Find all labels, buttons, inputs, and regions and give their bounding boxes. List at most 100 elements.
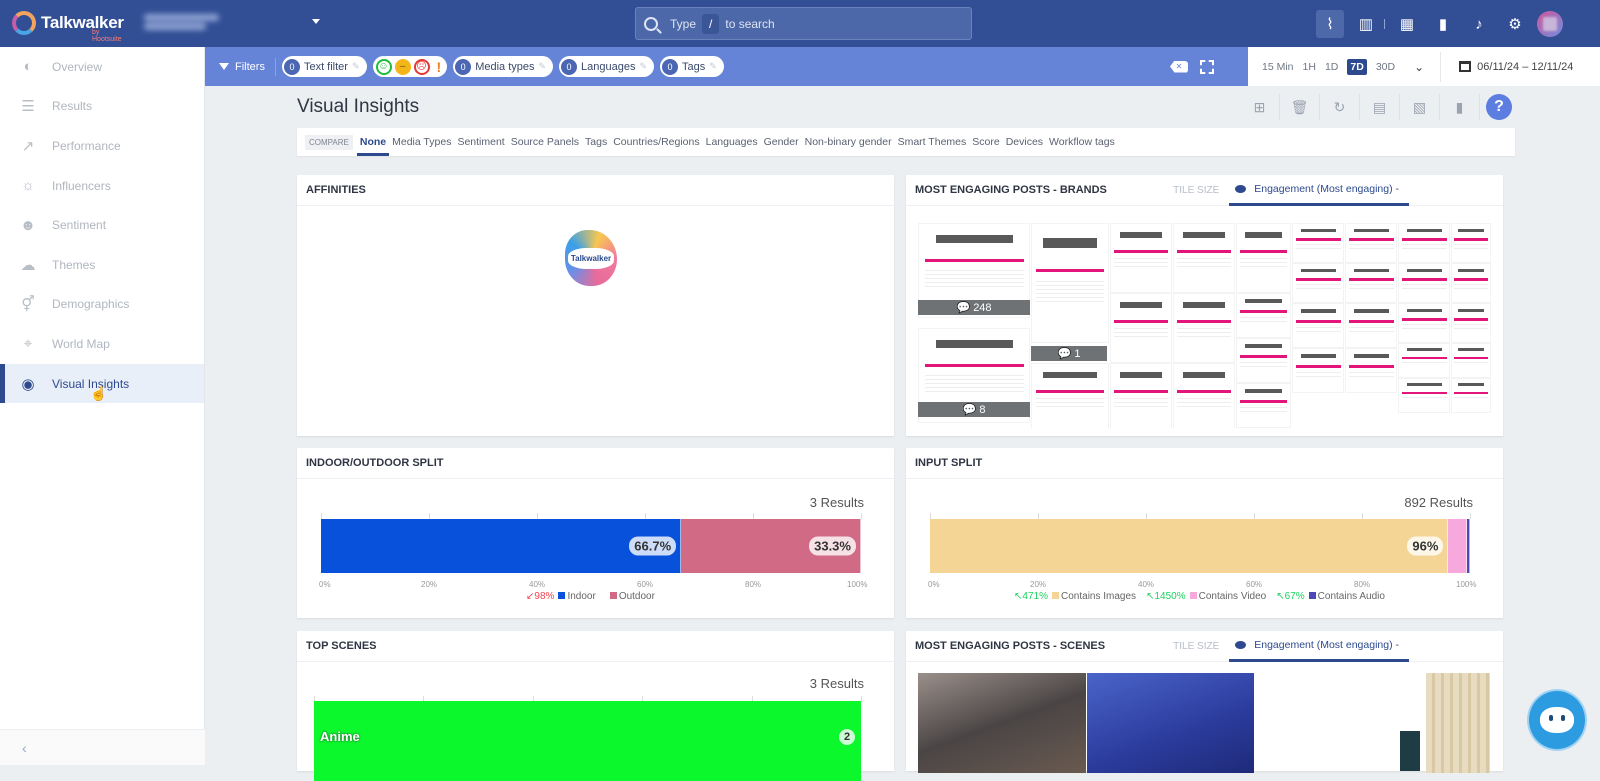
scene-bar-anime[interactable]: Anime 2 bbox=[314, 701, 861, 781]
sentiment-filter-chip[interactable]: ☺ – ☹ ! bbox=[372, 56, 448, 77]
time-range-7d[interactable]: 7D bbox=[1347, 58, 1367, 75]
post-thumbnail[interactable] bbox=[1398, 378, 1450, 413]
post-thumbnail[interactable] bbox=[1031, 223, 1109, 343]
compare-tab-non-binary-gender[interactable]: Non-binary gender bbox=[805, 128, 892, 156]
post-thumbnail[interactable] bbox=[1345, 263, 1397, 303]
post-thumbnail[interactable] bbox=[1451, 263, 1491, 303]
bar-segment-contains-video[interactable] bbox=[1448, 519, 1467, 573]
talkwalker-logo[interactable]: Talkwalker by Hootsuite bbox=[12, 11, 124, 43]
bookmark-icon[interactable]: ▮ bbox=[1429, 10, 1457, 38]
grid-icon[interactable]: ▦ bbox=[1393, 10, 1421, 38]
post-thumbnail[interactable] bbox=[1031, 363, 1109, 428]
neutral-sentiment-icon[interactable]: – bbox=[394, 58, 411, 75]
post-thumbnail[interactable] bbox=[1173, 363, 1235, 428]
date-range[interactable]: 06/11/24 – 12/11/24 bbox=[1477, 61, 1573, 73]
dashboard-icon[interactable]: ▥ bbox=[1352, 10, 1380, 38]
compare-tab-sentiment[interactable]: Sentiment bbox=[457, 128, 504, 156]
post-thumbnail[interactable] bbox=[1110, 293, 1172, 363]
affinity-brand-logo[interactable]: Talkwalker bbox=[565, 230, 617, 286]
chatbot-assistant-button[interactable] bbox=[1527, 689, 1587, 751]
clear-filters-icon[interactable]: ✕ bbox=[1170, 60, 1188, 73]
legend-label[interactable]: Indoor bbox=[567, 591, 595, 602]
post-thumbnail[interactable] bbox=[1110, 223, 1172, 293]
compare-tab-media-types[interactable]: Media Types bbox=[392, 128, 451, 156]
legend-label[interactable]: Contains Video bbox=[1199, 591, 1267, 602]
sidebar-item-performance[interactable]: ↗ Performance bbox=[0, 126, 204, 166]
tile-size-button[interactable]: TILE SIZE bbox=[1173, 185, 1219, 196]
media-types-chip[interactable]: 0 Media types ✎ bbox=[453, 56, 554, 77]
engagement-sort-dropdown[interactable]: Engagement (Most engaging) - bbox=[1229, 631, 1409, 662]
refresh-icon[interactable]: ↻ bbox=[1320, 94, 1360, 120]
post-thumbnail[interactable] bbox=[1398, 263, 1450, 303]
post-thumbnail[interactable] bbox=[1398, 223, 1450, 263]
compare-tab-none[interactable]: None bbox=[356, 128, 390, 156]
fullscreen-icon[interactable] bbox=[1200, 59, 1214, 74]
legend-label[interactable]: Contains Images bbox=[1061, 591, 1136, 602]
add-alert-icon[interactable]: ▧ bbox=[1400, 94, 1440, 120]
bar-segment-outdoor[interactable]: 33.3% bbox=[681, 519, 861, 573]
post-thumbnail[interactable] bbox=[1345, 303, 1397, 348]
time-range-30d[interactable]: 30D bbox=[1376, 61, 1395, 73]
positive-sentiment-icon[interactable]: ☺ bbox=[375, 58, 392, 75]
engagement-sort-dropdown[interactable]: Engagement (Most engaging) - bbox=[1229, 175, 1409, 206]
text-filter-chip[interactable]: 0 Text filter ✎ bbox=[281, 56, 367, 77]
scene-post-thumbnail[interactable] bbox=[918, 673, 1086, 773]
post-thumbnail[interactable] bbox=[1236, 293, 1291, 338]
scene-post-thumbnail[interactable] bbox=[1087, 673, 1254, 773]
post-thumbnail[interactable] bbox=[1292, 263, 1344, 303]
scene-post-thumbnail[interactable] bbox=[1400, 731, 1420, 771]
project-selector[interactable] bbox=[144, 12, 224, 36]
gear-icon[interactable]: ⚙ bbox=[1501, 10, 1529, 38]
bar-segment-contains-images[interactable]: 96% bbox=[930, 519, 1449, 573]
post-thumbnail[interactable] bbox=[1451, 378, 1491, 413]
pin-icon[interactable]: ✎ bbox=[352, 61, 360, 72]
add-to-dashboard-icon[interactable]: ▤ bbox=[1360, 94, 1400, 120]
post-thumbnail[interactable] bbox=[1451, 303, 1491, 343]
delete-icon[interactable]: 🗑 bbox=[1280, 94, 1320, 120]
unknown-sentiment-icon[interactable]: ! bbox=[437, 59, 442, 75]
post-thumbnail[interactable] bbox=[1451, 223, 1491, 263]
tile-size-button[interactable]: TILE SIZE bbox=[1173, 641, 1219, 652]
post-thumbnail[interactable] bbox=[1110, 363, 1172, 428]
legend-label[interactable]: Outdoor bbox=[619, 591, 655, 602]
post-thumbnail[interactable] bbox=[1345, 223, 1397, 263]
filters-button[interactable]: Filters bbox=[219, 57, 276, 76]
compare-tab-smart-themes[interactable]: Smart Themes bbox=[898, 128, 967, 156]
post-thumbnail[interactable] bbox=[1236, 338, 1291, 383]
search-input[interactable]: Type / to search bbox=[635, 7, 972, 40]
pin-icon[interactable]: ✎ bbox=[539, 61, 547, 72]
compare-tab-score[interactable]: Score bbox=[972, 128, 999, 156]
compare-tab-workflow-tags[interactable]: Workflow tags bbox=[1049, 128, 1115, 156]
compare-tab-gender[interactable]: Gender bbox=[764, 128, 799, 156]
sidebar-item-overview[interactable]: ◐ Overview bbox=[0, 47, 204, 87]
scene-post-thumbnail[interactable] bbox=[1426, 673, 1490, 773]
languages-chip[interactable]: 0 Languages ✎ bbox=[559, 56, 655, 77]
chevron-down-icon[interactable]: ⌄ bbox=[1414, 60, 1424, 74]
time-range-1d[interactable]: 1D bbox=[1325, 61, 1338, 73]
post-thumbnail[interactable] bbox=[1236, 383, 1291, 428]
post-thumbnail[interactable] bbox=[1292, 303, 1344, 348]
sidebar-item-world-map[interactable]: ⌖ World Map bbox=[0, 324, 204, 364]
bar-segment-contains-audio[interactable] bbox=[1466, 519, 1470, 573]
bar-segment-indoor[interactable]: 66.7% bbox=[321, 519, 682, 573]
compare-tab-devices[interactable]: Devices bbox=[1006, 128, 1043, 156]
tags-chip[interactable]: 0 Tags ✎ bbox=[660, 56, 724, 77]
sidebar-item-demographics[interactable]: ⚥ Demographics bbox=[0, 285, 204, 325]
sidebar-item-results[interactable]: ☰ Results bbox=[0, 87, 204, 127]
post-thumbnail[interactable] bbox=[1345, 348, 1397, 393]
pin-icon[interactable]: ✎ bbox=[709, 61, 717, 72]
sidebar-item-sentiment[interactable]: ☻ Sentiment bbox=[0, 205, 204, 245]
post-thumbnail[interactable] bbox=[1292, 348, 1344, 393]
compare-tab-source-panels[interactable]: Source Panels bbox=[511, 128, 579, 156]
post-thumbnail[interactable] bbox=[1398, 303, 1450, 343]
sidebar-item-influencers[interactable]: ☼ Influencers bbox=[0, 166, 204, 206]
time-range-15min[interactable]: 15 Min bbox=[1262, 61, 1294, 73]
add-bookmark-icon[interactable]: ▮ bbox=[1440, 94, 1480, 120]
pin-icon[interactable]: ✎ bbox=[640, 61, 648, 72]
bell-icon[interactable]: ♪ bbox=[1465, 10, 1493, 38]
calendar-icon[interactable] bbox=[1459, 61, 1472, 72]
post-thumbnail[interactable] bbox=[1236, 223, 1291, 293]
post-thumbnail[interactable] bbox=[1173, 293, 1235, 363]
post-thumbnail[interactable] bbox=[1451, 343, 1491, 378]
caret-down-icon[interactable] bbox=[312, 19, 320, 24]
